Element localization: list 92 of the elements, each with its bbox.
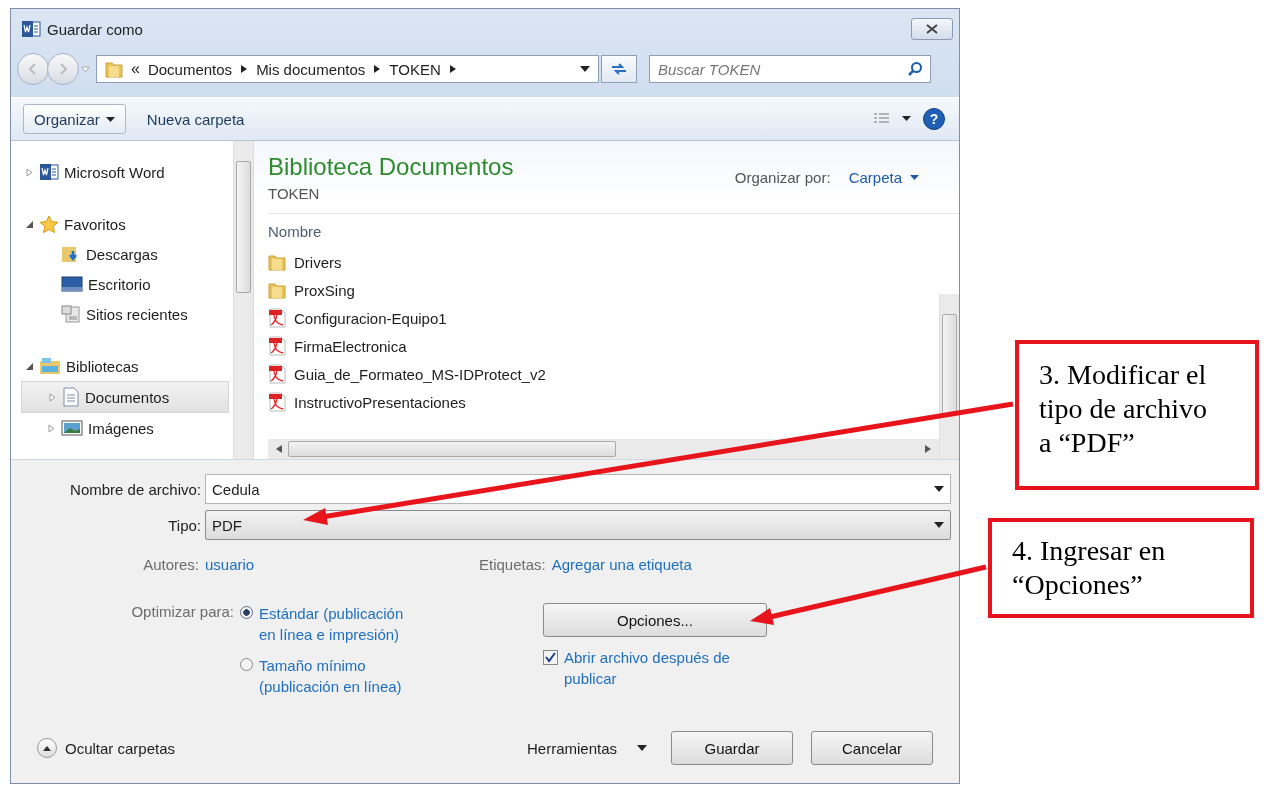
folder-icon (105, 60, 123, 78)
overflow-chevron[interactable]: « (131, 60, 140, 78)
collapse-arrow-icon[interactable] (25, 361, 34, 371)
address-bar[interactable]: « Documentos Mis documentos TOKEN (96, 55, 599, 83)
close-icon (926, 24, 938, 34)
radio-label[interactable]: Estándar (publicación en línea e impresión) (259, 603, 414, 645)
collapse-arrow-icon[interactable] (25, 219, 34, 229)
tags-label: Etiquetas: (479, 556, 546, 573)
tools-menu-button[interactable]: Herramientas (526, 739, 647, 757)
cancel-button[interactable]: Cancelar (811, 731, 933, 765)
breadcrumb[interactable]: TOKEN (389, 60, 441, 78)
search-icon (907, 61, 923, 77)
chevron-right-icon[interactable] (448, 64, 457, 74)
close-button[interactable] (911, 18, 953, 40)
nav-tree-item[interactable]: Documentos (21, 381, 229, 413)
nav-tree-item[interactable]: Microsoft Word (21, 157, 233, 187)
recent-places-icon (61, 305, 81, 323)
pdf-file-icon (268, 336, 286, 356)
file-list-item[interactable]: InstructivoPresentaciones (268, 388, 939, 416)
nav-tree-item[interactable]: Escritorio (21, 269, 233, 299)
file-type-label: Tipo: (167, 516, 201, 534)
breadcrumb[interactable]: Mis documentos (256, 60, 366, 78)
pdf-file-icon (268, 392, 286, 412)
document-icon (39, 163, 59, 181)
scrollbar[interactable] (268, 439, 939, 459)
nav-tree-item[interactable]: Sitios recientes (21, 299, 233, 329)
name-column-header[interactable]: Nombre (268, 214, 939, 248)
breadcrumb[interactable]: Documentos (147, 60, 233, 78)
radio-button[interactable] (240, 658, 253, 671)
checkbox-label[interactable]: Abrir archivo después de publicar (564, 647, 764, 689)
file-list-item[interactable]: ProxSing (268, 276, 939, 304)
arrange-by-dropdown[interactable]: Carpeta (848, 168, 919, 186)
file-list-item[interactable]: Guia_de_Formateo_MS-IDProtect_v2 (268, 360, 939, 388)
star-icon (39, 214, 59, 234)
library-subtitle: TOKEN (268, 184, 321, 202)
dropdown-arrow-icon[interactable] (580, 66, 590, 72)
chevron-up-icon (37, 738, 57, 758)
nav-tree-item[interactable]: Imágenes (21, 413, 233, 443)
tags-link[interactable]: Agregar una etiqueta (551, 556, 692, 573)
save-button[interactable]: Guardar (671, 731, 793, 765)
desktop-icon (61, 276, 83, 292)
optimize-label: Optimizar para: (130, 603, 234, 622)
checkbox[interactable] (543, 650, 558, 665)
authors-label: Autores: (142, 556, 199, 573)
folder-icon (268, 281, 286, 299)
nav-tree-item[interactable]: Favoritos (21, 209, 233, 239)
organize-button[interactable]: Organizar (23, 104, 126, 134)
file-list-item[interactable]: Drivers (268, 248, 939, 276)
folder-icon (268, 253, 286, 271)
document-icon (21, 20, 41, 38)
scrollbar[interactable] (233, 141, 253, 459)
new-folder-button[interactable]: Nueva carpeta (135, 104, 256, 134)
window-title: Guardar como (47, 20, 143, 38)
nav-tree-item[interactable]: Bibliotecas (21, 351, 233, 381)
refresh-button[interactable] (601, 55, 637, 83)
scrollbar[interactable] (939, 294, 959, 459)
authors-link[interactable]: usuario (205, 556, 255, 573)
refresh-arrows-icon (610, 62, 628, 76)
help-button[interactable]: ? (923, 108, 945, 130)
search-field[interactable]: Buscar TOKEN (649, 55, 931, 83)
file-type-dropdown[interactable]: PDF (205, 510, 951, 540)
file-name-label: Nombre de archivo: (69, 480, 201, 498)
document-icon (62, 387, 80, 407)
caret-icon (105, 116, 115, 122)
picture-icon (61, 420, 83, 436)
caret-icon (637, 745, 647, 751)
chevron-right-icon[interactable] (240, 64, 249, 74)
radio-label[interactable]: Tamaño mínimo (publicación en línea) (259, 655, 414, 697)
chevron-right-icon[interactable] (373, 64, 382, 74)
dropdown-arrow-icon[interactable] (934, 522, 944, 528)
expand-arrow-icon[interactable] (25, 167, 34, 177)
expand-arrow-icon[interactable] (48, 392, 57, 402)
view-options-icon[interactable] (873, 112, 913, 126)
options-button[interactable]: Opciones... (543, 603, 767, 637)
nav-tree-item[interactable]: Descargas (21, 239, 233, 269)
hide-folders-button[interactable]: Ocultar carpetas (37, 738, 176, 758)
file-list-item[interactable]: Configuracion-Equipo1 (268, 304, 939, 332)
file-list-item[interactable]: FirmaElectronica (268, 332, 939, 360)
library-icon (39, 357, 61, 375)
pdf-file-icon (268, 364, 286, 384)
scroll-right-icon[interactable] (925, 445, 931, 453)
dropdown-arrow-icon[interactable] (934, 486, 944, 492)
annotation-callout: 3. Modificar el tipo de archivo a “PDF” (1015, 340, 1259, 490)
annotation-callout: 4. Ingresar en “Opciones” (988, 518, 1254, 618)
expand-arrow-icon[interactable] (47, 423, 56, 433)
file-name-field[interactable]: Cedula (205, 474, 951, 504)
caret-icon (910, 174, 919, 180)
scroll-left-icon[interactable] (276, 445, 282, 453)
pdf-file-icon (268, 308, 286, 328)
radio-button[interactable] (240, 606, 253, 619)
arrange-by-label: Organizar por: (734, 168, 831, 186)
library-title: Biblioteca Documentos (268, 152, 514, 181)
